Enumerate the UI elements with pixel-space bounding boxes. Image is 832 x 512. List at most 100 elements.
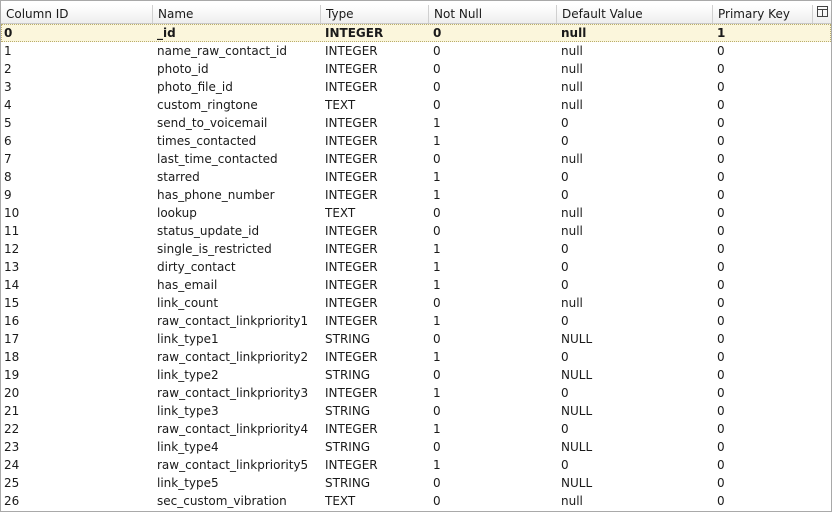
table-row[interactable]: 15 link_count INTEGER 0 null 0 [1,294,831,312]
cell-default-value: 0 [561,242,569,256]
cell-not-null: 0 [433,296,441,310]
table-row[interactable]: 18 raw_contact_linkpriority2 INTEGER 1 0 0 [1,348,831,366]
cell-primary-key: 0 [717,80,725,94]
cell-not-null: 0 [433,152,441,166]
table-row[interactable]: 2 photo_id INTEGER 0 null 0 [1,60,831,78]
cell-type: STRING [325,332,371,346]
table-row[interactable]: 9 has_phone_number INTEGER 1 0 0 [1,186,831,204]
cell-type: INTEGER [325,80,378,94]
column-header-name[interactable]: Name [153,5,321,23]
table-row[interactable]: 20 raw_contact_linkpriority3 INTEGER 1 0 0 [1,384,831,402]
cell-primary-key: 0 [717,260,725,274]
cell-name: photo_id [157,62,209,76]
column-header-primary-key[interactable]: Primary Key [713,5,813,23]
cell-not-null: 0 [433,440,441,454]
table-row[interactable]: 21 link_type3 STRING 0 NULL 0 [1,402,831,420]
column-header-not-null[interactable]: Not Null [429,5,557,23]
cell-name: link_type2 [157,368,219,382]
cell-type: TEXT [325,98,356,112]
cell-column-id: 13 [4,260,20,274]
cell-not-null: 0 [433,98,441,112]
cell-default-value: null [561,152,583,166]
table-row[interactable]: 11 status_update_id INTEGER 0 null 0 [1,222,831,240]
cell-column-id: 11 [4,224,20,238]
cell-not-null: 1 [433,386,441,400]
table-row[interactable]: 4 custom_ringtone TEXT 0 null 0 [1,96,831,114]
table-row[interactable]: 23 link_type4 STRING 0 NULL 0 [1,438,831,456]
table-row[interactable]: 0 _id INTEGER 0 null 1 [1,24,831,42]
cell-default-value: 0 [561,116,569,130]
table-row[interactable]: 13 dirty_contact INTEGER 1 0 0 [1,258,831,276]
cell-type: INTEGER [325,26,384,40]
table-row[interactable]: 19 link_type2 STRING 0 NULL 0 [1,366,831,384]
cell-not-null: 1 [433,422,441,436]
table-row[interactable]: 1 name_raw_contact_id INTEGER 0 null 0 [1,42,831,60]
cell-primary-key: 0 [717,440,725,454]
cell-default-value: null [561,494,583,508]
cell-column-id: 1 [4,44,12,58]
table-row[interactable]: 14 has_email INTEGER 1 0 0 [1,276,831,294]
table-row[interactable]: 5 send_to_voicemail INTEGER 1 0 0 [1,114,831,132]
table-row[interactable]: 8 starred INTEGER 1 0 0 [1,168,831,186]
column-chooser-icon[interactable] [814,6,830,22]
table-row[interactable]: 16 raw_contact_linkpriority1 INTEGER 1 0 0 [1,312,831,330]
table-row[interactable]: 22 raw_contact_linkpriority4 INTEGER 1 0 0 [1,420,831,438]
column-header-default-value[interactable]: Default Value [557,5,713,23]
column-header-type[interactable]: Type [321,5,429,23]
cell-default-value: null [561,206,583,220]
cell-default-value: 0 [561,314,569,328]
cell-type: INTEGER [325,278,378,292]
cell-type: INTEGER [325,134,378,148]
cell-column-id: 3 [4,80,12,94]
table-row[interactable]: 17 link_type1 STRING 0 NULL 0 [1,330,831,348]
cell-name: link_type5 [157,476,219,490]
cell-not-null: 1 [433,170,441,184]
cell-name: raw_contact_linkpriority2 [157,350,309,364]
cell-name: raw_contact_linkpriority5 [157,458,309,472]
cell-column-id: 18 [4,350,20,364]
cell-type: INTEGER [325,44,378,58]
cell-name: link_type1 [157,332,219,346]
cell-default-value: 0 [561,278,569,292]
cell-column-id: 2 [4,62,12,76]
table-row[interactable]: 12 single_is_restricted INTEGER 1 0 0 [1,240,831,258]
cell-not-null: 0 [433,206,441,220]
cell-type: INTEGER [325,152,378,166]
table-row[interactable]: 3 photo_file_id INTEGER 0 null 0 [1,78,831,96]
cell-name: times_contacted [157,134,257,148]
cell-column-id: 16 [4,314,20,328]
cell-primary-key: 0 [717,296,725,310]
table-row[interactable]: 24 raw_contact_linkpriority5 INTEGER 1 0 0 [1,456,831,474]
cell-not-null: 0 [433,44,441,58]
cell-type: TEXT [325,206,356,220]
cell-primary-key: 1 [717,26,726,40]
table-row[interactable]: 10 lookup TEXT 0 null 0 [1,204,831,222]
cell-primary-key: 0 [717,242,725,256]
cell-not-null: 0 [433,62,441,76]
table-row[interactable]: 26 sec_custom_vibration TEXT 0 null 0 [1,492,831,510]
cell-default-value: null [561,224,583,238]
cell-column-id: 23 [4,440,20,454]
cell-primary-key: 0 [717,422,725,436]
cell-default-value: null [561,44,583,58]
cell-default-value: 0 [561,422,569,436]
cell-default-value: 0 [561,386,569,400]
cell-not-null: 0 [433,494,441,508]
column-header-column-id[interactable]: Column ID [1,5,153,23]
cell-default-value: null [561,296,583,310]
cell-default-value: NULL [561,368,593,382]
table-row[interactable]: 25 link_type5 STRING 0 NULL 0 [1,474,831,492]
cell-type: INTEGER [325,296,378,310]
table-row[interactable]: 6 times_contacted INTEGER 1 0 0 [1,132,831,150]
schema-grid[interactable]: Column ID Name Type Not Null Default Val… [0,0,832,512]
cell-not-null: 1 [433,314,441,328]
table-row[interactable]: 7 last_time_contacted INTEGER 0 null 0 [1,150,831,168]
cell-column-id: 0 [4,26,13,40]
cell-column-id: 20 [4,386,20,400]
cell-not-null: 0 [433,476,441,490]
cell-name: has_email [157,278,218,292]
cell-primary-key: 0 [717,494,725,508]
cell-not-null: 1 [433,278,441,292]
cell-name: single_is_restricted [157,242,272,256]
cell-type: INTEGER [325,242,378,256]
